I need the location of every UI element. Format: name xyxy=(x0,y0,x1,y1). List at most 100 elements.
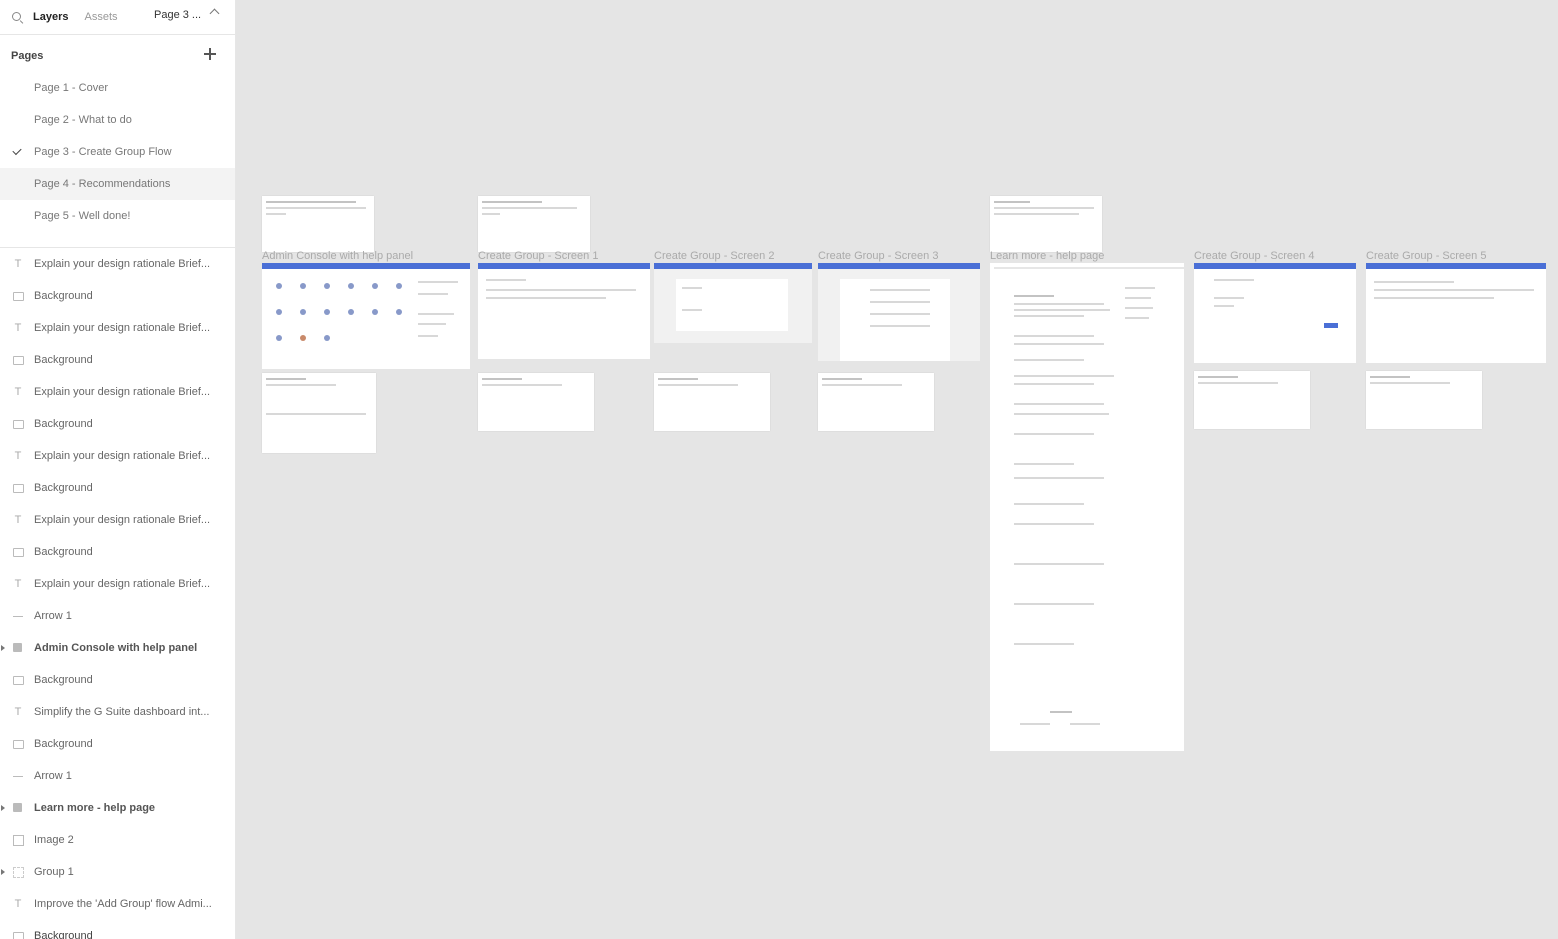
frame-create-group-2[interactable] xyxy=(654,263,812,343)
rectangle-icon xyxy=(13,484,24,493)
text-icon: T xyxy=(14,258,22,270)
rectangle-icon xyxy=(13,740,24,749)
layer-label: Explain your design rationale Brief... xyxy=(34,322,211,334)
layer-list: T Explain your design rationale Brief... … xyxy=(0,248,235,939)
frame-learn-more[interactable] xyxy=(990,263,1184,751)
layer-item[interactable]: T Explain your design rationale Brief... xyxy=(0,248,235,280)
layer-label: Background xyxy=(34,290,93,302)
layer-label: Background xyxy=(34,482,93,494)
frame-admin-console[interactable] xyxy=(262,263,470,369)
frame-icon xyxy=(13,643,22,652)
text-icon: T xyxy=(14,514,22,526)
layer-item[interactable]: T Explain your design rationale Brief... xyxy=(0,504,235,536)
add-page-icon[interactable] xyxy=(204,48,216,60)
layer-item[interactable]: Background xyxy=(0,408,235,440)
layer-item[interactable]: Arrow 1 xyxy=(0,760,235,792)
layer-item[interactable]: T Improve the 'Add Group' flow Admi... xyxy=(0,888,235,920)
frame-create-group-5[interactable] xyxy=(1366,263,1546,363)
rectangle-icon xyxy=(13,548,24,557)
layer-item[interactable]: T Explain your design rationale Brief... xyxy=(0,568,235,600)
design-canvas[interactable]: Admin Console with help panel Create Gro… xyxy=(236,0,1558,939)
frame-icon xyxy=(13,803,22,812)
layer-label: Background xyxy=(34,674,93,686)
layer-label: Explain your design rationale Brief... xyxy=(34,386,211,398)
layer-item[interactable]: Group 1 xyxy=(0,856,235,888)
text-icon: T xyxy=(14,578,22,590)
layer-item[interactable]: Admin Console with help panel xyxy=(0,632,235,664)
page-item-label: Page 1 - Cover xyxy=(34,82,108,94)
layer-item[interactable]: Background xyxy=(0,728,235,760)
layer-item[interactable]: T Explain your design rationale Brief... xyxy=(0,312,235,344)
pages-header: Pages xyxy=(11,50,44,62)
layer-item[interactable]: Background xyxy=(0,664,235,696)
frame-create-group-4[interactable] xyxy=(1194,263,1356,363)
frame-label[interactable]: Learn more - help page xyxy=(990,250,1104,262)
layers-panel: Layers Assets Page 3 ... Pages Page 1 - … xyxy=(0,0,236,939)
layer-item[interactable]: T Explain your design rationale Brief... xyxy=(0,376,235,408)
page-item[interactable]: Page 2 - What to do xyxy=(0,104,235,136)
layer-label: Background xyxy=(34,930,93,939)
layer-label: Learn more - help page xyxy=(34,802,156,814)
image-icon xyxy=(13,835,24,846)
rectangle-icon xyxy=(13,356,24,365)
layer-item[interactable]: Background xyxy=(0,472,235,504)
layer-label: Arrow 1 xyxy=(34,770,72,782)
layer-item[interactable]: Image 2 xyxy=(0,824,235,856)
page-selector[interactable]: Page 3 ... xyxy=(154,9,201,21)
frame-label[interactable]: Create Group - Screen 2 xyxy=(654,250,774,262)
page-item[interactable]: Page 1 - Cover xyxy=(0,72,235,104)
tab-layers[interactable]: Layers xyxy=(33,11,68,23)
layer-label: Improve the 'Add Group' flow Admi... xyxy=(34,898,212,910)
layer-label: Image 2 xyxy=(34,834,74,846)
layer-item[interactable]: Background xyxy=(0,280,235,312)
frame-create-group-1[interactable] xyxy=(478,263,650,359)
group-icon xyxy=(13,867,24,878)
frame-label[interactable]: Create Group - Screen 4 xyxy=(1194,250,1314,262)
page-item[interactable]: Page 5 - Well done! xyxy=(0,200,235,232)
layer-label: Background xyxy=(34,418,93,430)
layer-label: Explain your design rationale Brief... xyxy=(34,450,211,462)
note-card[interactable] xyxy=(818,373,934,431)
layer-item[interactable]: Arrow 1 xyxy=(0,600,235,632)
note-card[interactable] xyxy=(478,196,590,252)
layer-item[interactable]: Background xyxy=(0,536,235,568)
layer-label: Arrow 1 xyxy=(34,610,72,622)
search-icon[interactable] xyxy=(12,11,23,23)
note-card[interactable] xyxy=(654,373,770,431)
note-card[interactable] xyxy=(262,196,374,252)
text-icon: T xyxy=(14,706,22,718)
expand-arrow-icon[interactable] xyxy=(1,869,5,875)
frame-create-group-3[interactable] xyxy=(818,263,980,361)
layer-item[interactable]: Background xyxy=(0,920,235,939)
note-card[interactable] xyxy=(262,373,376,453)
expand-arrow-icon[interactable] xyxy=(1,805,5,811)
layer-label: Explain your design rationale Brief... xyxy=(34,578,211,590)
page-item-label: Page 2 - What to do xyxy=(34,114,132,126)
note-card[interactable] xyxy=(1366,371,1482,429)
page-item[interactable]: Page 4 - Recommendations xyxy=(0,168,235,200)
layer-item[interactable]: T Simplify the G Suite dashboard int... xyxy=(0,696,235,728)
frame-label[interactable]: Admin Console with help panel xyxy=(262,250,413,262)
arrow-icon xyxy=(13,776,23,777)
layer-label: Background xyxy=(34,546,93,558)
note-card[interactable] xyxy=(990,196,1102,252)
text-icon: T xyxy=(14,450,22,462)
layer-item[interactable]: Background xyxy=(0,344,235,376)
layer-label: Admin Console with help panel xyxy=(34,642,198,654)
tab-assets[interactable]: Assets xyxy=(84,11,117,23)
chevron-up-icon[interactable] xyxy=(209,8,220,19)
frame-label[interactable]: Create Group - Screen 1 xyxy=(478,250,598,262)
page-item[interactable]: Page 3 - Create Group Flow xyxy=(0,136,235,168)
text-icon: T xyxy=(14,386,22,398)
rectangle-icon xyxy=(13,292,24,301)
text-icon: T xyxy=(14,898,22,910)
frame-label[interactable]: Create Group - Screen 3 xyxy=(818,250,938,262)
frame-label[interactable]: Create Group - Screen 5 xyxy=(1366,250,1486,262)
layer-label: Explain your design rationale Brief... xyxy=(34,514,211,526)
layer-item[interactable]: T Explain your design rationale Brief... xyxy=(0,440,235,472)
rectangle-icon xyxy=(13,420,24,429)
note-card[interactable] xyxy=(1194,371,1310,429)
layer-item[interactable]: Learn more - help page xyxy=(0,792,235,824)
note-card[interactable] xyxy=(478,373,594,431)
expand-arrow-icon[interactable] xyxy=(1,645,5,651)
